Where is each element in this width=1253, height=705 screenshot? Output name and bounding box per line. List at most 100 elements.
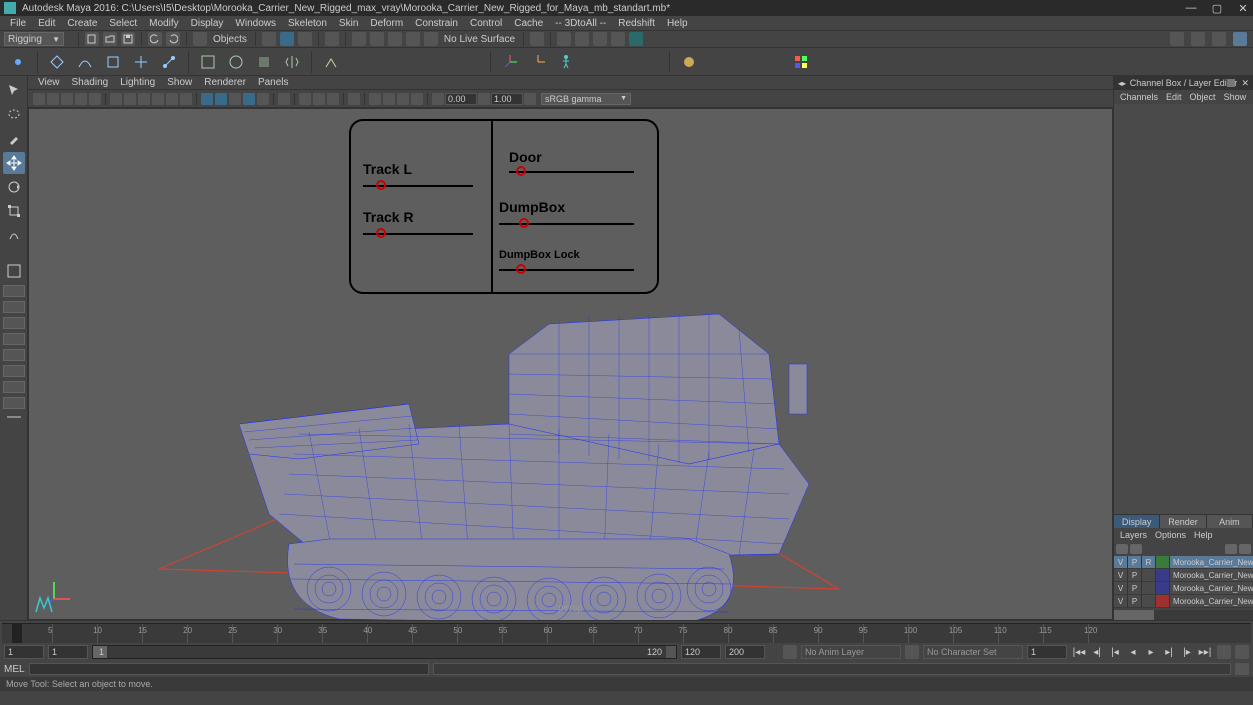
shelf-axis-icon[interactable]	[499, 51, 521, 73]
shelf-weights-icon[interactable]	[253, 51, 275, 73]
last-tool[interactable]	[3, 224, 25, 246]
maximize-button[interactable]: ▢	[1211, 2, 1223, 14]
layer-cell-p[interactable]: P	[1128, 595, 1142, 607]
close-button[interactable]: ✕	[1237, 2, 1249, 14]
shelf-skin-icon[interactable]	[197, 51, 219, 73]
shelf-sculpt-icon[interactable]	[706, 51, 728, 73]
vt-exposure-icon[interactable]	[348, 93, 360, 105]
shelf-quickrig-icon[interactable]	[583, 51, 605, 73]
layer-color-swatch[interactable]	[1156, 595, 1170, 607]
vt-isolate-icon[interactable]	[278, 93, 290, 105]
open-scene-icon[interactable]	[103, 32, 117, 46]
quick-layout-1-icon[interactable]	[557, 32, 571, 46]
move-tool[interactable]	[3, 152, 25, 174]
layer-name[interactable]: Morooka_Carrier_New	[1170, 595, 1253, 607]
layer-cell-v[interactable]: V	[1114, 556, 1128, 568]
shelf-orient-icon[interactable]	[432, 51, 454, 73]
shelf-snap-icon[interactable]	[46, 51, 68, 73]
autokey-icon[interactable]	[1217, 645, 1231, 659]
vt-view-transform-select[interactable]: sRGB gamma▼	[541, 93, 631, 105]
shelf-pose-icon[interactable]	[639, 51, 661, 73]
quick-layout-5-icon[interactable]	[629, 32, 643, 46]
play-forward-button[interactable]: ▸	[1143, 645, 1159, 659]
new-scene-icon[interactable]	[85, 32, 99, 46]
toggle-toolsettings-icon[interactable]	[1191, 32, 1205, 46]
shelf-ikspline-icon[interactable]	[348, 51, 370, 73]
shelf-cluster-icon[interactable]	[130, 51, 152, 73]
command-line-input[interactable]	[29, 663, 429, 675]
viewmenu-view[interactable]: View	[32, 77, 66, 88]
layout-preset-1[interactable]	[3, 285, 25, 297]
current-frame-field[interactable]	[1027, 645, 1067, 659]
animlayer-select[interactable]: No Anim Layer	[801, 645, 901, 659]
vt-2d-pan-icon[interactable]	[75, 93, 87, 105]
vt-shadows-icon[interactable]	[257, 93, 269, 105]
layer-list-scrollbar[interactable]	[1114, 610, 1253, 620]
menu-constrain[interactable]: Constrain	[409, 18, 464, 29]
layout-preset-2[interactable]	[3, 301, 25, 313]
construction-history-icon[interactable]	[530, 32, 544, 46]
paint-select-tool[interactable]	[3, 128, 25, 150]
vt-gamma-toggle-icon[interactable]	[478, 93, 490, 105]
vt-gamma-value[interactable]	[491, 93, 523, 105]
vt-exposure-toggle-icon[interactable]	[432, 93, 444, 105]
channelbox-menu-channels[interactable]: Channels	[1116, 92, 1162, 102]
render-settings-icon[interactable]	[388, 32, 402, 46]
layermenu-options[interactable]: Options	[1151, 530, 1190, 540]
layer-cell-p[interactable]: P	[1128, 582, 1142, 594]
animlayer-icon[interactable]	[783, 645, 797, 659]
shelf-home-icon[interactable]	[7, 51, 29, 73]
layer-cell-r[interactable]	[1142, 569, 1156, 581]
snap-curve-icon[interactable]	[280, 32, 294, 46]
shelf-humanik-icon[interactable]	[555, 51, 577, 73]
go-to-start-button[interactable]: |◂◂	[1071, 645, 1087, 659]
viewmenu-lighting[interactable]: Lighting	[114, 77, 161, 88]
vt-select-camera-icon[interactable]	[33, 93, 45, 105]
timeline-current-frame-marker[interactable]	[12, 624, 22, 643]
render-view-icon[interactable]	[406, 32, 420, 46]
shelf-joint-icon[interactable]	[158, 51, 180, 73]
range-slider[interactable]: 1 120	[92, 645, 677, 659]
layer-new-empty-icon[interactable]	[1225, 544, 1237, 554]
render-icon[interactable]	[352, 32, 366, 46]
menu-edit[interactable]: Edit	[32, 18, 61, 29]
shelf-point-icon[interactable]	[460, 51, 482, 73]
vt-textured-icon[interactable]	[229, 93, 241, 105]
layer-cell-v[interactable]: V	[1114, 569, 1128, 581]
select-tool[interactable]	[3, 80, 25, 102]
toggle-modeling-icon[interactable]	[1233, 32, 1247, 46]
shelf-wrap-icon[interactable]	[734, 51, 756, 73]
time-slider[interactable]: 1510152025303540455055606570758085909510…	[2, 623, 1251, 643]
menu-help[interactable]: Help	[661, 18, 694, 29]
range-end-inner[interactable]	[681, 645, 721, 659]
save-scene-icon[interactable]	[121, 32, 135, 46]
layer-name[interactable]: Morooka_Carrier_New	[1170, 582, 1253, 594]
shelf-bind-icon[interactable]	[225, 51, 247, 73]
select-mode-icon[interactable]	[193, 32, 207, 46]
lasso-tool[interactable]	[3, 104, 25, 126]
shelf-axis2-icon[interactable]	[527, 51, 549, 73]
layout-preset-4[interactable]	[3, 333, 25, 345]
viewmenu-show[interactable]: Show	[161, 77, 198, 88]
vt-xray-comp-icon[interactable]	[327, 93, 339, 105]
layout-preset-6[interactable]	[3, 365, 25, 377]
layout-preset-7[interactable]	[3, 381, 25, 393]
menu-skeleton[interactable]: Skeleton	[282, 18, 333, 29]
charset-select[interactable]: No Character Set	[923, 645, 1023, 659]
vt-depth-icon[interactable]	[369, 93, 381, 105]
rotate-tool[interactable]	[3, 176, 25, 198]
shelf-constraint-icon[interactable]	[376, 51, 398, 73]
layer-cell-v[interactable]: V	[1114, 595, 1128, 607]
shelf-paint-icon[interactable]	[678, 51, 700, 73]
shelf-curve-icon[interactable]	[74, 51, 96, 73]
vt-ao-icon[interactable]	[397, 93, 409, 105]
menu-control[interactable]: Control	[464, 18, 508, 29]
workspace-selector[interactable]: Rigging▼	[4, 32, 64, 46]
shelf-color-icon[interactable]	[790, 51, 812, 73]
layer-cell-r[interactable]: R	[1142, 556, 1156, 568]
charset-icon[interactable]	[905, 645, 919, 659]
hypershade-icon[interactable]	[424, 32, 438, 46]
range-start-outer[interactable]	[4, 645, 44, 659]
step-back-button[interactable]: |◂	[1107, 645, 1123, 659]
menu-file[interactable]: File	[4, 18, 32, 29]
